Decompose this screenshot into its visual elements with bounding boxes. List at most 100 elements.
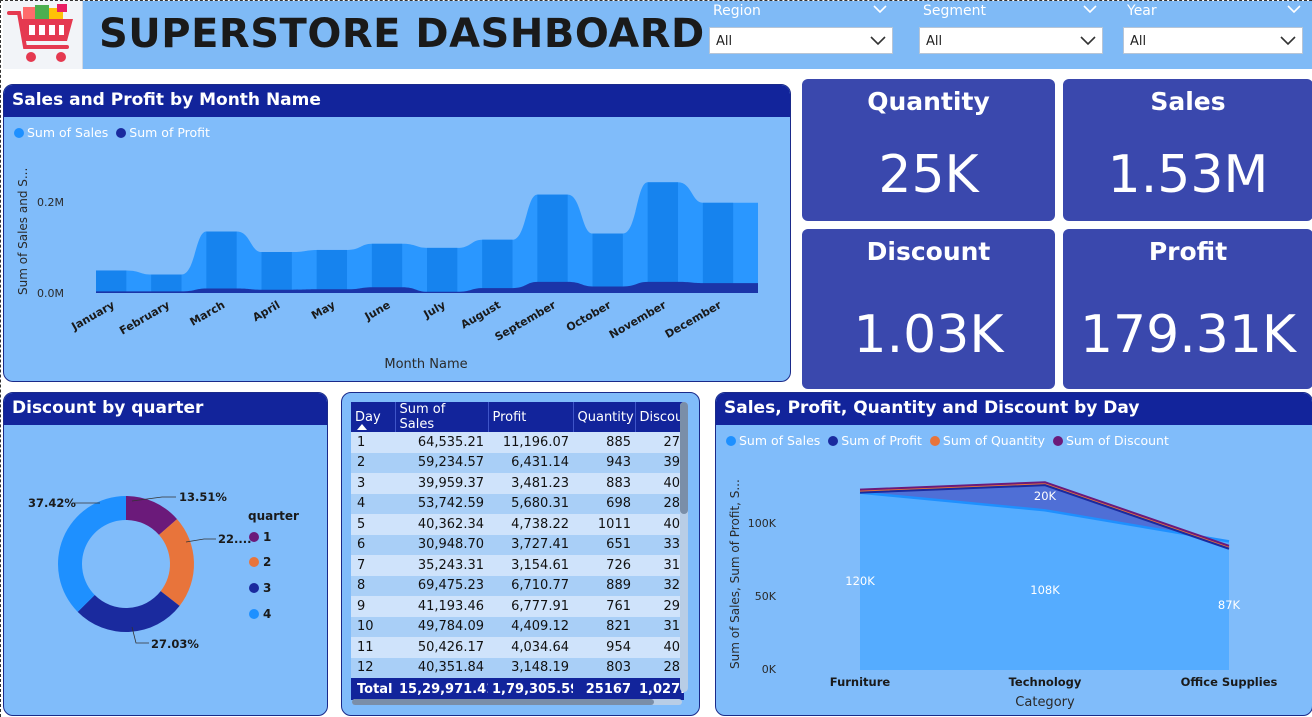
table-vertical-scrollbar[interactable] [680,402,688,692]
month-area-chart: Sum of Sales and S... 0.2M 0.0M Month Na… [16,168,758,372]
month-y-axis-label: Sum of Sales and S... [16,168,30,295]
table-cell: 954 [573,637,635,658]
table-cell: 29 [635,596,684,617]
chevron-down-icon[interactable] [1287,4,1301,14]
sales-bar-august[interactable] [482,239,513,293]
table-cell: 40,351.84 [395,657,488,678]
table-row[interactable]: 8 69,475.23 6,710.77 889 32 [351,575,684,596]
table-cell: 40 [635,514,684,535]
column-header-day[interactable]: Day [351,402,396,432]
table-cell: 4,034.64 [488,637,573,658]
table-total-cell: 15,29,971.41 [395,678,488,700]
year-dropdown[interactable]: All [1123,27,1303,54]
kpi-value: 1.03K [853,305,1004,365]
column-header-sales[interactable]: Sum of Sales [395,402,489,432]
kpi-card-discount: Discount 1.03K [802,229,1055,389]
table-cell: 4,409.12 [488,616,573,637]
table-row[interactable]: 1 64,535.21 11,196.07 885 27 [351,432,684,453]
table-cell: 64,535.21 [395,432,488,453]
chevron-down-icon[interactable] [873,4,887,14]
x-tick-label: June [362,298,393,323]
table-total-cell: Total [351,678,395,700]
day-y-tick: 100K [748,517,777,530]
data-label: 87K [1218,598,1241,612]
column-header-discount[interactable]: Discou [635,402,684,432]
segment-slicer-label: Segment [923,3,986,19]
table-cell: 53,742.59 [395,493,488,514]
scrollbar-thumb[interactable] [680,402,688,514]
table-row[interactable]: 11 50,426.17 4,034.64 954 40 [351,637,684,658]
donut-label-q4: 37.42% [28,496,76,510]
chevron-down-icon[interactable] [870,36,886,46]
table-row[interactable]: 3 39,959.37 3,481.23 883 40 [351,473,684,494]
table-row[interactable]: 9 41,193.46 6,777.91 761 29 [351,596,684,617]
table-row[interactable]: 10 49,784.09 4,409.12 821 31 [351,616,684,637]
table-cell: 885 [573,432,635,453]
table-cell: 40 [635,473,684,494]
table-cell: 50,426.17 [395,637,488,658]
sales-bar-november[interactable] [647,182,679,293]
sales-bar-july[interactable] [427,247,458,293]
donut-slice-q3[interactable] [77,591,180,632]
x-tick-label: Office Supplies [1181,675,1278,689]
table-horizontal-scrollbar[interactable] [352,699,682,705]
legend-item-q1[interactable]: 1 [263,530,271,544]
segment-dropdown[interactable]: All [919,27,1103,54]
table-cell: 889 [573,575,635,596]
sales-bar-december[interactable] [702,202,734,293]
x-tick-label: Furniture [830,675,891,689]
donut-slice-q4[interactable] [58,496,127,612]
table-cell: 39 [635,452,684,473]
sales-bar-october[interactable] [592,233,623,293]
chevron-down-icon[interactable] [1083,4,1097,14]
region-slicer[interactable]: Region All [709,1,893,57]
chevron-down-icon[interactable] [1080,36,1096,46]
segment-slicer[interactable]: Segment All [919,1,1103,57]
donut-label-q2: 22.... [218,532,251,546]
sales-bar-may[interactable] [316,249,348,293]
legend-item-q4[interactable]: 4 [263,607,271,621]
table-cell: 10 [351,616,395,637]
table-cell: 69,475.23 [395,575,488,596]
year-dropdown-value: All [1130,34,1147,49]
donut-slice-q2[interactable] [159,519,194,606]
kpi-card-profit: Profit 179.31K [1063,229,1312,389]
page-title: SUPERSTORE DASHBOARD [99,11,705,57]
sales-bar-march[interactable] [206,231,237,294]
scrollbar-thumb[interactable] [352,699,654,705]
table-row[interactable]: 2 59,234.57 6,431.14 943 39 [351,452,684,473]
table-row[interactable]: 6 30,948.70 3,727.41 651 33 [351,534,684,555]
sales-bar-september[interactable] [537,194,568,293]
x-tick-label: Technology [1009,675,1082,689]
year-slicer[interactable]: Year All [1123,1,1307,57]
region-dropdown[interactable]: All [709,27,893,54]
month-y-tick: 0.0M [37,287,64,300]
column-header-label: Day [355,409,381,425]
table-cell: 3,727.41 [488,534,573,555]
legend-item-q3[interactable]: 3 [263,581,271,595]
table-cell: 28 [635,657,684,678]
sales-bar-june[interactable] [371,243,403,293]
kpi-value: 1.53M [1107,145,1269,205]
table-cell: 9 [351,596,395,617]
table-row[interactable]: 7 35,243.31 3,154.61 726 31 [351,555,684,576]
sales-bar-april[interactable] [261,252,292,293]
sales-area[interactable] [860,492,1229,670]
table-row[interactable]: 4 53,742.59 5,680.31 698 28 [351,493,684,514]
table-row[interactable]: 12 40,351.84 3,148.19 803 28 [351,657,684,678]
table-cell: 651 [573,534,635,555]
donut-legend-title: quarter [248,509,299,523]
kpi-value: 179.31K [1079,305,1297,365]
table-cell: 41,193.46 [395,596,488,617]
table-cell: 12 [351,657,395,678]
column-header-quantity[interactable]: Quantity [573,402,636,432]
sales-bar-february[interactable] [151,274,182,293]
chevron-down-icon[interactable] [1280,36,1296,46]
table-cell: 39,959.37 [395,473,488,494]
table-row[interactable]: 5 40,362.34 4,738.22 1011 40 [351,514,684,535]
kpi-title: Profit [1148,237,1228,266]
legend-item-q2[interactable]: 2 [263,555,271,569]
data-label: 108K [1030,583,1060,597]
column-header-profit[interactable]: Profit [488,402,574,432]
sales-bar-january[interactable] [96,270,127,293]
